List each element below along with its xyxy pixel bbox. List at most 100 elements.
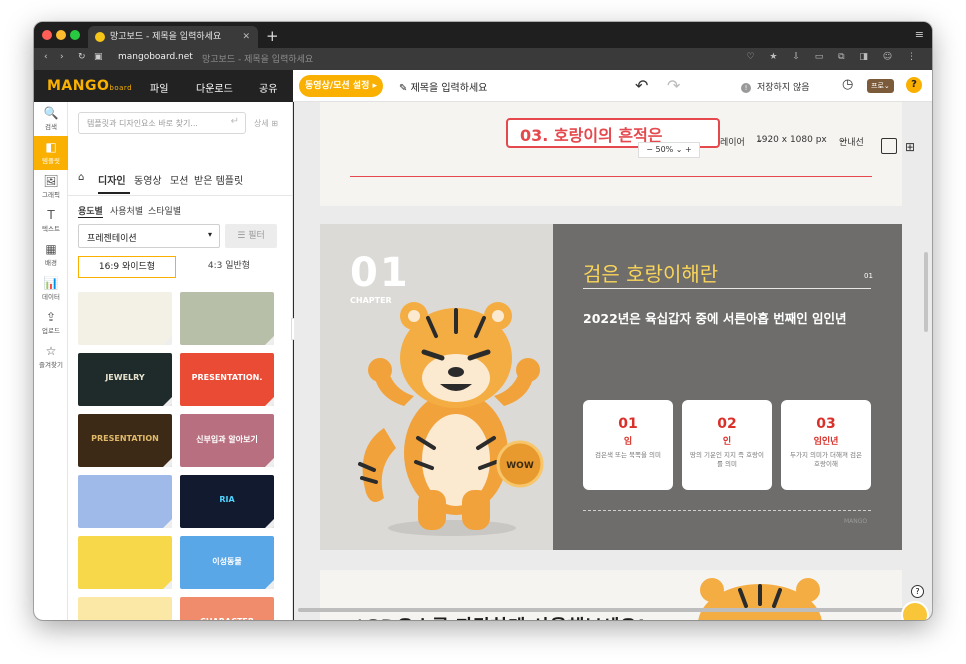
rail-item-6[interactable]: ⇪ 업로드	[34, 306, 68, 340]
selected-slide[interactable]: 01 CHAPTER WOW 검은 호랑이해란 01 2022년은 육십갑자 중…	[320, 224, 902, 550]
site-info-icon[interactable]: ▣	[94, 52, 103, 62]
grid-view-icon[interactable]: ⊞	[905, 140, 915, 154]
rail-item-3[interactable]: T 텍스트	[34, 204, 68, 238]
template-thumbnail[interactable]	[180, 292, 274, 345]
template-thumbnail[interactable]: JEWELRY	[78, 353, 172, 406]
template-thumbnail[interactable]	[78, 536, 172, 589]
thumbnail-corner	[163, 580, 172, 589]
size-value: 1920 x 1080 px	[756, 135, 827, 145]
rail-item-7[interactable]: ☆ 즐겨찾기	[34, 340, 68, 374]
card-title: 인	[722, 437, 732, 447]
forward-icon[interactable]: ›	[60, 52, 64, 62]
tab-design[interactable]: 디자인	[98, 172, 126, 187]
menu-download[interactable]: 다운로드	[196, 80, 233, 95]
previous-page[interactable]: 03. 호랑이의 흔적은	[320, 102, 902, 206]
pro-badge[interactable]: 프로⌄	[867, 79, 894, 93]
close-tab-icon[interactable]: ✕	[242, 26, 250, 48]
template-thumbnail[interactable]	[78, 292, 172, 345]
tiger-illustration[interactable]: WOW	[344, 278, 556, 540]
detail-label: 상세	[254, 119, 269, 128]
thumbnail-corner	[163, 458, 172, 467]
rail-item-1[interactable]: ◧ 템플릿	[34, 136, 68, 170]
motion-settings-button[interactable]: 동영상/모션 설정 ▸	[299, 75, 383, 97]
rail-item-2[interactable]: 🖼 그래픽	[34, 170, 68, 204]
horizontal-scrollbar[interactable]	[298, 608, 910, 612]
slide-title[interactable]: 검은 호랑이해란	[583, 258, 718, 287]
tab-video[interactable]: 동영상	[134, 172, 162, 187]
template-thumbnail[interactable]: CHARACTER INTRODUCTION	[180, 597, 274, 620]
tab-title: 망고보드 - 제목을 입력하세요	[110, 32, 222, 42]
menu-share[interactable]: 공유	[259, 80, 277, 95]
zoom-control[interactable]: − 50% ⌄ +	[638, 142, 700, 158]
template-thumbnail[interactable]: PRESENTATION	[78, 414, 172, 467]
editor-canvas[interactable]: 03. 호랑이의 흔적은 − 50% ⌄ + 레이어 1920 x 1080 p…	[294, 102, 932, 620]
page-view-icon[interactable]	[881, 138, 897, 154]
help-button[interactable]: ?	[906, 77, 922, 93]
template-thumbnail[interactable]: RIA	[180, 475, 274, 528]
new-tab-button[interactable]: +	[266, 26, 279, 46]
undo-icon[interactable]: ↶	[635, 76, 648, 95]
editor-toolbar: 동영상/모션 설정 ▸ ✎ 제목을 입력하세요 ↶ ↷ ! 저장하지 않음 ◷ 프…	[293, 70, 932, 102]
rail-item-5[interactable]: 📊 데이터	[34, 272, 68, 306]
info-card-3[interactable]: 03 임인년 두가지 의미가 더해져 검은 호랑이해	[781, 400, 871, 490]
category-select[interactable]: 프레젠테이션 ▾	[78, 224, 220, 248]
detail-search-button[interactable]: 상세 ⊞	[254, 118, 278, 129]
mangoboard-logo[interactable]: MANGOboard	[47, 78, 132, 94]
next-page-heading[interactable]: / 3D요소를 과감하게 사용해보세요!	[354, 612, 646, 620]
home-icon[interactable]: ⌂	[78, 172, 84, 183]
history-icon[interactable]: ◷	[842, 77, 853, 92]
template-thumbnail[interactable]: PRESENTATION.	[180, 353, 274, 406]
subtab-style[interactable]: 스타일별	[148, 204, 181, 217]
template-thumbnail[interactable]: 이성동물	[180, 536, 274, 589]
slide-subtitle[interactable]: 2022년은 육십갑자 중에 서른아홉 번째인 임인년	[583, 308, 847, 327]
tab-received[interactable]: 받은 템플릿	[194, 172, 243, 187]
info-card-1[interactable]: 01 임 검은색 또는 북쪽을 의미	[583, 400, 673, 490]
reload-icon[interactable]: ↻	[78, 52, 86, 62]
menu-file[interactable]: 파일	[150, 80, 168, 95]
title-underline	[583, 288, 871, 289]
graphic-icon: 🖼	[43, 174, 59, 188]
rail-item-4[interactable]: ▦ 배경	[34, 238, 68, 272]
title-placeholder: 제목을 입력하세요	[410, 83, 488, 94]
tab-menu-icon[interactable]: ≡	[915, 28, 924, 41]
favicon-icon	[95, 32, 105, 42]
subtab-usage[interactable]: 사용처별	[110, 204, 143, 217]
thumbnail-text: CHARACTER INTRODUCTION	[180, 617, 274, 620]
zoom-value: 50%	[655, 145, 674, 154]
back-icon[interactable]: ‹	[44, 52, 48, 62]
title-input[interactable]: ✎ 제목을 입력하세요	[399, 79, 487, 94]
size-button[interactable]: 1920 x 1080 px ⌄	[756, 135, 827, 145]
ratio-wide-button[interactable]: 16:9 와이드형	[78, 256, 176, 278]
maximize-window-button[interactable]	[70, 30, 80, 40]
close-window-button[interactable]	[42, 30, 52, 40]
url-field[interactable]: mangoboard.net	[118, 52, 193, 62]
rail-item-label: 템플릿	[42, 157, 60, 165]
data-icon: 📊	[43, 276, 59, 290]
info-card-2[interactable]: 02 인 땅의 기운인 지지 즉 호랑이를 의미	[682, 400, 772, 490]
filter-button[interactable]: ☰ 필터	[225, 224, 277, 248]
subtab-purpose[interactable]: 용도별	[78, 204, 103, 218]
vertical-scrollbar[interactable]	[924, 252, 928, 332]
save-status-text: 저장하지 않음	[757, 83, 810, 93]
browser-toolbar-icons[interactable]: ♡ ★ ⇩ ▭ ⧉ ◨ ☺ ⋮	[746, 52, 922, 62]
redo-icon[interactable]: ↷	[667, 76, 680, 95]
card-desc: 두가지 의미가 더해져 검은 호랑이해	[790, 451, 862, 468]
enter-icon[interactable]: ↵	[231, 116, 239, 127]
minimize-window-button[interactable]	[56, 30, 66, 40]
template-thumbnail[interactable]	[78, 597, 172, 620]
card-number: 02	[717, 416, 737, 432]
template-thumbnail[interactable]: 신부입과 알아보기	[180, 414, 274, 467]
help-float-icon[interactable]: ?	[911, 585, 924, 598]
template-thumbnail[interactable]	[78, 475, 172, 528]
rail-item-0[interactable]: 🔍 검색	[34, 102, 68, 136]
template-search-input[interactable]: 템플릿과 디자인요소 바로 찾기... ↵	[78, 112, 246, 134]
layer-button[interactable]: 레이어	[720, 135, 745, 148]
rail-item-label: 그래픽	[42, 191, 60, 199]
rail-item-label: 텍스트	[42, 225, 60, 233]
mango-mascot-icon[interactable]	[901, 601, 929, 620]
thumbnail-corner	[163, 397, 172, 406]
ratio-standard-button[interactable]: 4:3 일반형	[180, 256, 278, 278]
tab-motion[interactable]: 모션	[170, 172, 188, 187]
guide-button[interactable]: 안내선 ⌄	[839, 135, 864, 148]
browser-tab[interactable]: 망고보드 - 제목을 입력하세요 ✕	[88, 26, 258, 48]
